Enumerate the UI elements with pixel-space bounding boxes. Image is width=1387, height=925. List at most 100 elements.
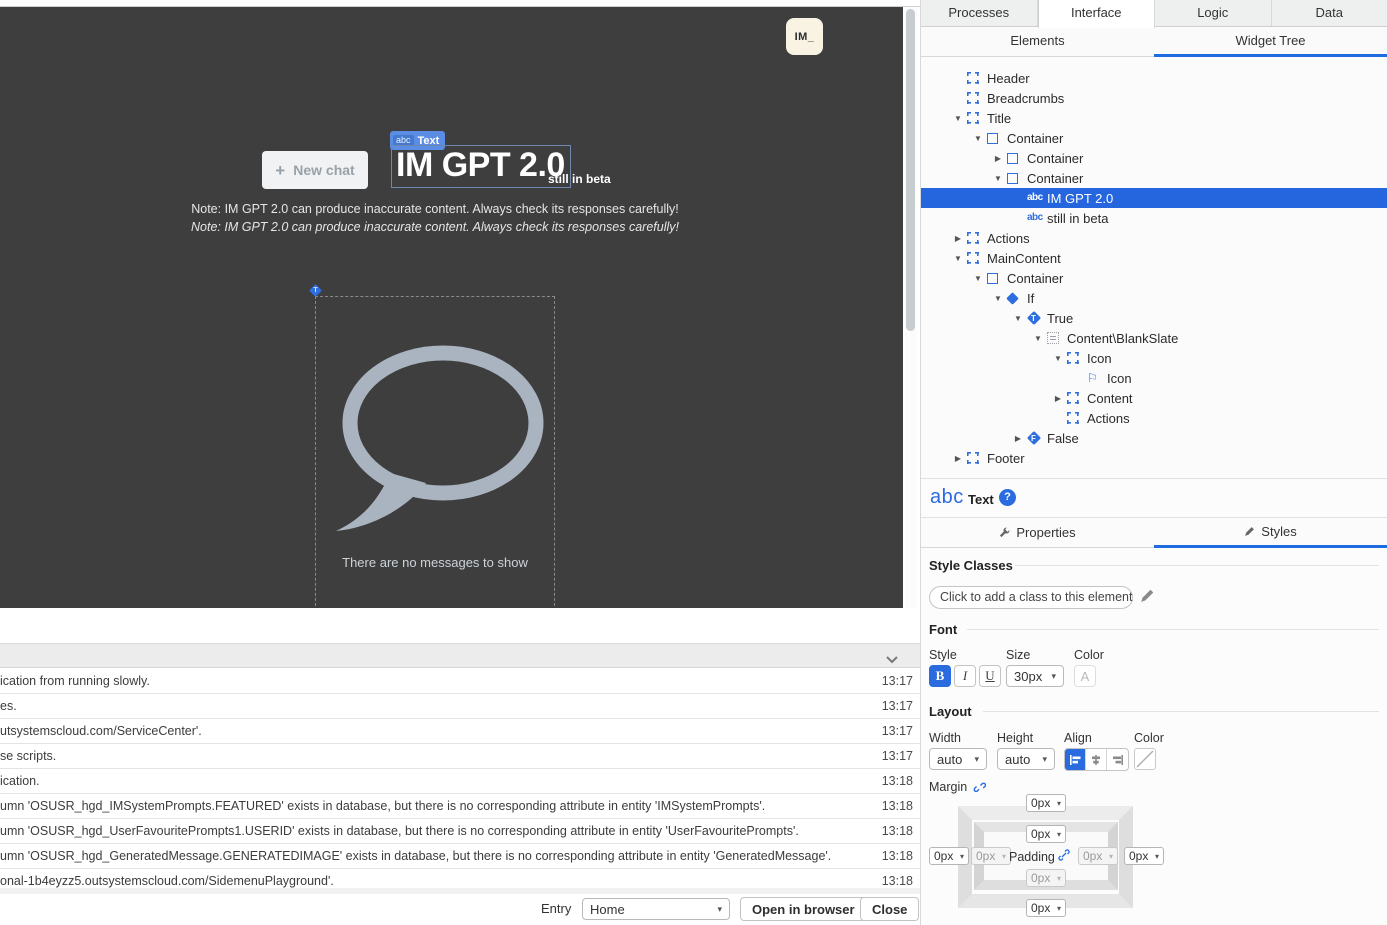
close-button[interactable]: Close	[860, 897, 919, 921]
log-row[interactable]: utsystemscloud.com/ServiceCenter'. 13:17	[0, 719, 920, 744]
background-color-swatch[interactable]	[1134, 748, 1156, 770]
new-chat-button[interactable]: + New chat	[262, 151, 368, 189]
widget-label: False	[1047, 431, 1079, 446]
margin-left-input[interactable]: 0px▾	[929, 847, 969, 865]
widget-icon	[1007, 153, 1018, 164]
widget-tree-node[interactable]: ▼ Container	[921, 168, 1387, 188]
padding-top-input[interactable]: 0px▾	[1026, 825, 1066, 843]
console-header[interactable]	[0, 643, 920, 668]
widget-tree-node[interactable]: IM GPT 2.0	[921, 188, 1387, 208]
expander-icon[interactable]: ▼	[969, 274, 987, 283]
tab-styles[interactable]: Styles	[1154, 518, 1387, 548]
blank-slate-widget[interactable]: There are no messages to show	[315, 296, 555, 608]
log-row[interactable]: umn 'OSUSR_hgd_GeneratedMessage.GENERATE…	[0, 844, 920, 869]
beta-label[interactable]: still in beta	[548, 172, 611, 186]
if-true-marker-icon	[309, 284, 322, 297]
margin-right-input[interactable]: 0px▾	[1124, 847, 1164, 865]
widget-tree-node[interactable]: ▼ True	[921, 308, 1387, 328]
disclaimer-note-italic[interactable]: Note: IM GPT 2.0 can produce inaccurate …	[85, 220, 785, 234]
widget-tree-node[interactable]: ▼ Container	[921, 128, 1387, 148]
selected-title-widget[interactable]: IM GPT 2.0	[391, 145, 571, 188]
expander-icon[interactable]: ▼	[989, 174, 1007, 183]
expander-icon[interactable]: ▶	[1009, 434, 1027, 443]
expander-icon[interactable]: ▶	[949, 454, 967, 463]
preview-canvas[interactable]: IM_ + New chat abc Text IM GPT 2.0 still…	[0, 7, 903, 608]
widget-tree-node[interactable]: ▼ If	[921, 288, 1387, 308]
entry-select[interactable]: Home ▾	[582, 898, 730, 920]
italic-button[interactable]: I	[954, 665, 976, 687]
canvas-scrollbar[interactable]	[905, 7, 917, 608]
widget-label: True	[1047, 311, 1073, 326]
widget-tree-node[interactable]: ▶ Container	[921, 148, 1387, 168]
widget-tree-node[interactable]: Header	[921, 68, 1387, 88]
log-row[interactable]: umn 'OSUSR_hgd_UserFavouritePrompts1.USE…	[0, 819, 920, 844]
expander-icon[interactable]: ▶	[949, 234, 967, 243]
expander-icon[interactable]: ▼	[1029, 334, 1047, 343]
expander-icon[interactable]: ▶	[989, 154, 1007, 163]
log-row[interactable]: se scripts. 13:17	[0, 744, 920, 769]
selected-element-header: abc Text ?	[921, 478, 1387, 518]
height-select[interactable]: auto ▾	[997, 748, 1055, 770]
expander-icon[interactable]: ▼	[949, 114, 967, 123]
widget-tree-node[interactable]: still in beta	[921, 208, 1387, 228]
styles-tab-label: Styles	[1261, 524, 1296, 539]
properties-tab-label: Properties	[1016, 525, 1075, 540]
bold-button[interactable]: B	[929, 665, 951, 687]
main-tab[interactable]: Processes	[921, 0, 1038, 26]
chevron-down-icon: ▾	[1051, 671, 1056, 682]
widget-label: Container	[1027, 151, 1083, 166]
widget-icon	[967, 232, 979, 244]
widget-icon	[967, 252, 979, 264]
margin-top-input[interactable]: 0px▾	[1026, 794, 1066, 812]
widget-tree-node[interactable]: ▼ Content\BlankSlate	[921, 328, 1387, 348]
expander-icon[interactable]: ▼	[949, 254, 967, 263]
log-timestamp: 13:17	[882, 699, 913, 713]
sub-tab[interactable]: Widget Tree	[1154, 28, 1387, 57]
widget-icon	[1027, 312, 1040, 325]
expander-icon[interactable]: ▼	[969, 134, 987, 143]
widget-tree-node[interactable]: Actions	[921, 408, 1387, 428]
width-select[interactable]: auto ▾	[929, 748, 987, 770]
log-timestamp: 13:18	[882, 774, 913, 788]
expander-icon[interactable]: ▼	[1009, 314, 1027, 323]
empty-state-text: There are no messages to show	[316, 555, 554, 570]
sub-tab[interactable]: Elements	[921, 28, 1154, 57]
font-size-select[interactable]: 30px ▾	[1006, 665, 1064, 687]
widget-tree-node[interactable]: ▶ Actions	[921, 228, 1387, 248]
widget-tree-node[interactable]: ▼ Title	[921, 108, 1387, 128]
align-right-button[interactable]	[1107, 749, 1128, 770]
collapse-chevron-icon[interactable]	[886, 651, 898, 669]
edit-pencil-icon[interactable]	[1140, 589, 1154, 608]
widget-tree-node[interactable]: Breadcrumbs	[921, 88, 1387, 108]
widget-icon	[987, 133, 998, 144]
tab-properties[interactable]: Properties	[921, 518, 1154, 548]
disclaimer-note[interactable]: Note: IM GPT 2.0 can produce inaccurate …	[85, 202, 785, 216]
scrollbar-thumb[interactable]	[906, 9, 915, 331]
log-row[interactable]: es. 13:17	[0, 694, 920, 719]
expander-icon[interactable]: ▼	[1049, 354, 1067, 363]
log-row[interactable]: ication from running slowly. 13:17	[0, 669, 920, 694]
underline-button[interactable]: U	[979, 665, 1001, 687]
align-center-button[interactable]	[1086, 749, 1107, 770]
link-icon[interactable]	[1058, 849, 1070, 864]
widget-tree-node[interactable]: ▼ Icon	[921, 348, 1387, 368]
add-class-input[interactable]: Click to add a class to this element	[929, 586, 1133, 609]
align-left-button[interactable]	[1065, 749, 1086, 770]
log-message: es.	[0, 699, 17, 713]
widget-tree-node[interactable]: ▶ False	[921, 428, 1387, 448]
widget-tree-node[interactable]: ▼ Container	[921, 268, 1387, 288]
widget-tree-node[interactable]: Icon	[921, 368, 1387, 388]
widget-tree-node[interactable]: ▼ MainContent	[921, 248, 1387, 268]
expander-icon[interactable]: ▶	[1049, 394, 1067, 403]
widget-tree-node[interactable]: ▶ Content	[921, 388, 1387, 408]
main-tab[interactable]: Logic	[1155, 0, 1272, 26]
main-tab[interactable]: Data	[1272, 0, 1387, 26]
margin-bottom-input[interactable]: 0px▾	[1026, 899, 1066, 917]
help-icon[interactable]: ?	[999, 489, 1016, 506]
expander-icon[interactable]: ▼	[989, 294, 1007, 303]
open-in-browser-button[interactable]: Open in browser	[740, 897, 867, 921]
log-row[interactable]: umn 'OSUSR_hgd_IMSystemPrompts.FEATURED'…	[0, 794, 920, 819]
widget-tree-node[interactable]: ▶ Footer	[921, 448, 1387, 468]
log-row[interactable]: ication. 13:18	[0, 769, 920, 794]
main-tab[interactable]: Interface	[1038, 0, 1156, 28]
